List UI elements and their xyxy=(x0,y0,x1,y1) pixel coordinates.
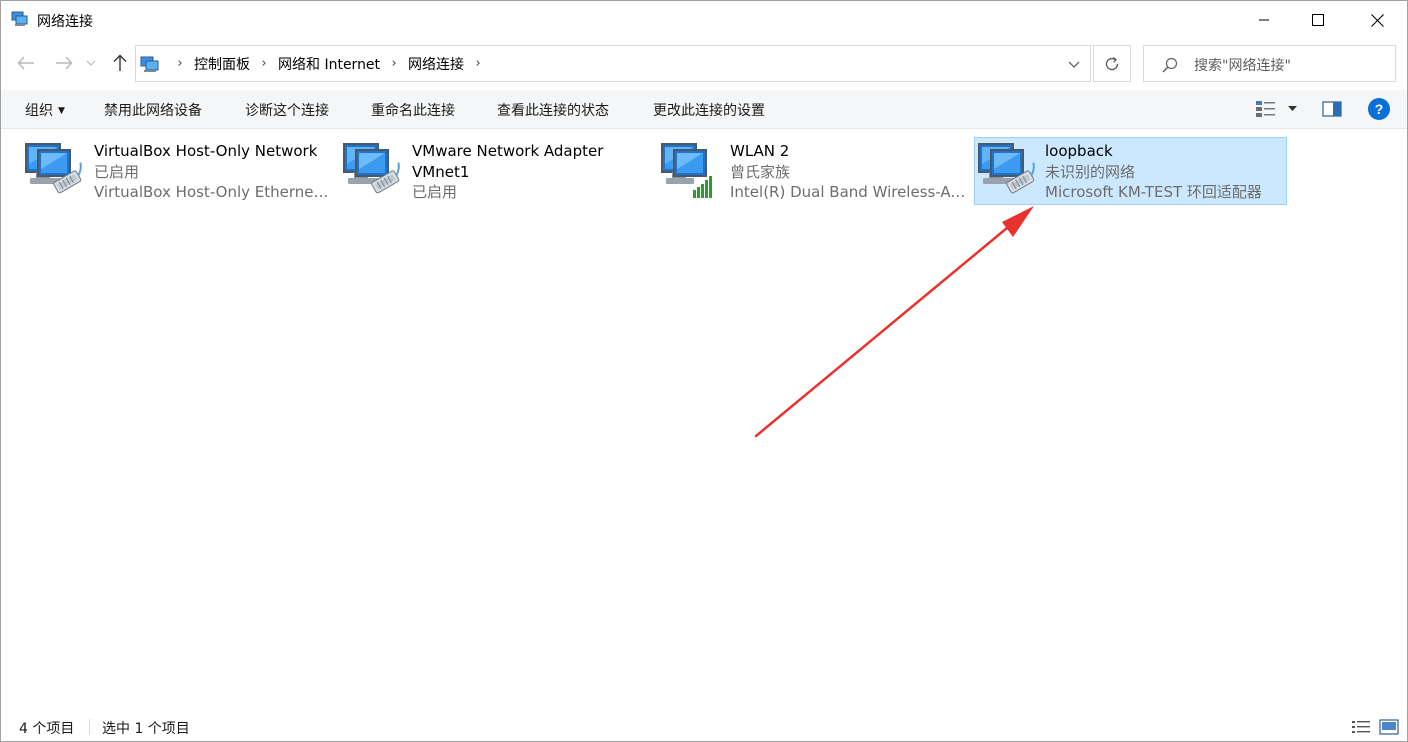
adapter-device: VirtualBox Host-Only Ethernet ... xyxy=(94,183,330,201)
dropdown-arrow-icon xyxy=(1287,106,1297,111)
back-button[interactable] xyxy=(12,49,40,77)
organize-menu[interactable]: 组织 ▼ xyxy=(25,100,65,120)
change-settings-button[interactable]: 更改此连接的设置 xyxy=(653,100,765,120)
breadcrumb-separator[interactable]: › xyxy=(380,56,408,71)
search-placeholder: 搜索"网络连接" xyxy=(1194,58,1291,74)
network-connections-icon xyxy=(11,11,28,26)
adapter-item-wlan2[interactable]: WLAN 2 曾氏家族 Intel(R) Dual Band Wireless-… xyxy=(639,137,973,205)
adapter-item-loopback[interactable]: loopback 未识别的网络 Microsoft KM-TEST 环回适配器 xyxy=(974,137,1287,205)
close-button[interactable] xyxy=(1354,1,1400,39)
control-panel-icon xyxy=(140,56,159,72)
organize-label: 组织 xyxy=(25,103,53,119)
rename-connection-button[interactable]: 重命名此连接 xyxy=(371,100,455,120)
large-icons-view-icon[interactable] xyxy=(1379,719,1399,735)
title-bar: 网络连接 xyxy=(1,1,1407,39)
address-history-button[interactable] xyxy=(1064,54,1084,74)
adapter-status: 曾氏家族 xyxy=(730,162,791,181)
breadcrumb-separator[interactable]: › xyxy=(464,56,492,71)
wireless-network-icon xyxy=(661,143,712,198)
details-view-icon[interactable] xyxy=(1351,719,1371,735)
view-status-button[interactable]: 查看此连接的状态 xyxy=(497,100,609,120)
breadcrumb-separator[interactable]: › xyxy=(250,56,278,71)
adapter-name: VirtualBox Host-Only Network xyxy=(94,142,318,160)
preview-pane-icon[interactable] xyxy=(1322,100,1342,118)
adapter-status: 已启用 xyxy=(412,183,458,201)
adapter-status: 未识别的网络 xyxy=(1045,162,1136,181)
address-bar[interactable]: › 控制面板 › 网络和 Internet › 网络连接 › xyxy=(135,45,1091,82)
chevron-down-icon xyxy=(1068,61,1080,68)
wired-network-icon xyxy=(978,143,1035,194)
search-input[interactable]: 搜索"网络连接" xyxy=(1143,45,1396,82)
minimize-icon xyxy=(1259,19,1269,21)
window-title: 网络连接 xyxy=(37,14,93,30)
up-button[interactable] xyxy=(106,49,134,77)
refresh-button[interactable] xyxy=(1093,45,1131,82)
disable-device-button[interactable]: 禁用此网络设备 xyxy=(104,100,202,120)
adapter-status: 已启用 xyxy=(94,162,140,181)
recent-locations-button[interactable] xyxy=(81,49,101,77)
wired-network-icon xyxy=(343,143,400,194)
adapter-item-vmware[interactable]: VMware Network Adapter VMnet1 已启用 xyxy=(321,137,641,205)
network-connections-window: 网络连接 › 控制面板 › 网络和 Internet › 网络连接 › 搜索"网… xyxy=(0,0,1408,742)
close-icon xyxy=(1370,13,1384,27)
breadcrumb-control-panel[interactable]: 控制面板 xyxy=(194,54,250,74)
minimize-button[interactable] xyxy=(1241,1,1287,39)
breadcrumb: › 控制面板 › 网络和 Internet › 网络连接 › xyxy=(166,46,492,81)
maximize-button[interactable] xyxy=(1295,1,1341,39)
adapter-item-virtualbox[interactable]: VirtualBox Host-Only Network 已启用 Virtual… xyxy=(3,137,335,205)
adapter-device: Microsoft KM-TEST 环回适配器 xyxy=(1045,183,1262,201)
adapter-details: VMware Network Adapter VMnet1 已启用 xyxy=(412,141,636,203)
help-icon[interactable]: ? xyxy=(1368,98,1390,120)
forward-button[interactable] xyxy=(50,49,78,77)
adapter-name: loopback xyxy=(1045,142,1113,160)
refresh-icon xyxy=(1105,56,1119,70)
adapter-details: WLAN 2 曾氏家族 Intel(R) Dual Band Wireless-… xyxy=(730,141,968,203)
wired-network-icon xyxy=(25,143,82,194)
adapter-details: loopback 未识别的网络 Microsoft KM-TEST 环回适配器 xyxy=(1045,141,1282,203)
breadcrumb-separator[interactable]: › xyxy=(166,56,194,71)
search-icon xyxy=(1162,57,1178,73)
adapter-name: WLAN 2 xyxy=(730,142,790,160)
arrow-right-icon xyxy=(56,56,73,70)
change-view-icon[interactable] xyxy=(1255,99,1277,119)
view-options-dropdown[interactable] xyxy=(1285,100,1299,118)
breadcrumb-network-internet[interactable]: 网络和 Internet xyxy=(278,54,380,74)
chevron-down-icon xyxy=(86,60,96,66)
selected-count: 选中 1 个项目 xyxy=(102,721,190,737)
status-bar: 4 个项目 选中 1 个项目 xyxy=(1,713,1407,741)
breadcrumb-network-connections[interactable]: 网络连接 xyxy=(408,54,464,74)
command-bar: 组织 ▼ 禁用此网络设备 诊断这个连接 重命名此连接 查看此连接的状态 更改此连接… xyxy=(1,90,1407,129)
item-count: 4 个项目 xyxy=(19,721,75,737)
maximize-icon xyxy=(1312,14,1324,26)
adapter-device: Intel(R) Dual Band Wireless-AC... xyxy=(730,183,968,201)
arrow-left-icon xyxy=(17,56,34,70)
adapter-name: VMware Network Adapter VMnet1 xyxy=(412,142,604,181)
adapter-details: VirtualBox Host-Only Network 已启用 Virtual… xyxy=(94,141,330,203)
arrow-up-icon xyxy=(113,54,127,71)
diagnose-connection-button[interactable]: 诊断这个连接 xyxy=(245,100,329,120)
dropdown-arrow-icon: ▼ xyxy=(58,106,65,116)
status-divider xyxy=(89,719,90,735)
